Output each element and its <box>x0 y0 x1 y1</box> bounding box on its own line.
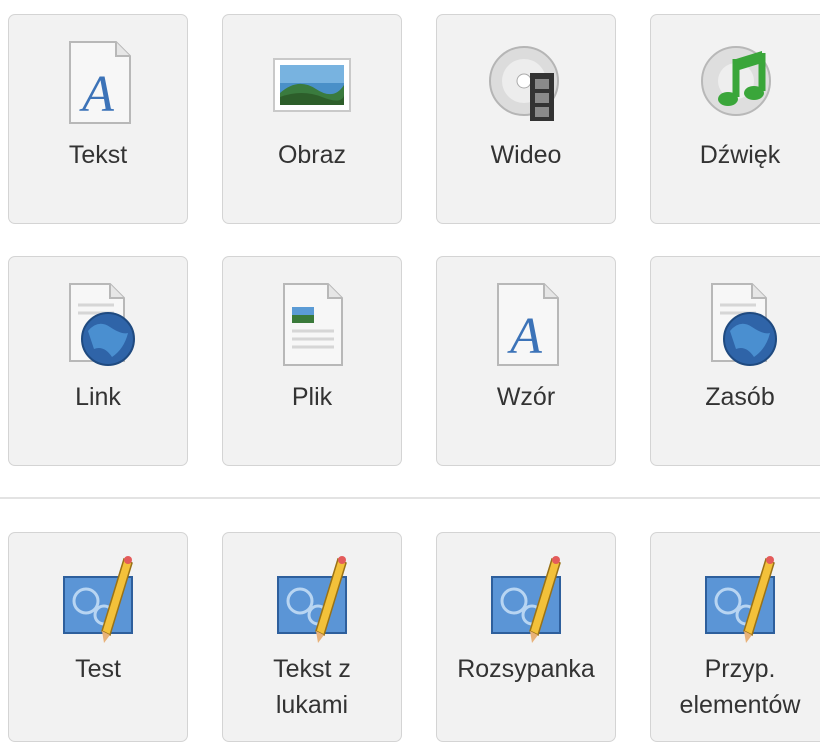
tile-file[interactable]: Plik <box>222 256 402 466</box>
tile-link-label: Link <box>75 383 121 411</box>
tile-video[interactable]: Wideo <box>436 14 616 224</box>
globe-document-icon <box>58 279 138 369</box>
tile-video-label: Wideo <box>490 141 562 169</box>
video-icon <box>486 37 566 127</box>
blueprint-pencil-icon <box>700 555 780 645</box>
tile-scramble[interactable]: Rozsypanka <box>436 532 616 742</box>
tile-file-label: Plik <box>291 383 333 411</box>
tile-text-label: Tekst <box>68 141 128 169</box>
tile-gap-text[interactable]: Tekst z lukami <box>222 532 402 742</box>
tile-image[interactable]: Obraz <box>222 14 402 224</box>
formula-icon: A <box>486 279 566 369</box>
music-icon <box>700 37 780 127</box>
blueprint-pencil-icon <box>486 555 566 645</box>
tile-gap-text-label: Tekst z lukami <box>273 655 351 719</box>
globe-document-icon <box>700 279 780 369</box>
tile-matching[interactable]: Przyp. elementów <box>650 532 820 742</box>
tile-resource[interactable]: Zasób <box>650 256 820 466</box>
tile-resource-label: Zasób <box>705 383 775 411</box>
tile-test-label: Test <box>75 655 121 683</box>
tile-test[interactable]: Test <box>8 532 188 742</box>
image-icon <box>272 37 352 127</box>
blueprint-pencil-icon <box>58 555 138 645</box>
tile-scramble-label: Rozsypanka <box>457 655 595 683</box>
svg-text:A: A <box>79 66 114 123</box>
tile-text[interactable]: A Tekst <box>8 14 188 224</box>
svg-text:A: A <box>507 308 542 365</box>
file-icon <box>272 279 352 369</box>
tile-formula[interactable]: A Wzór <box>436 256 616 466</box>
tile-link[interactable]: Link <box>8 256 188 466</box>
tile-audio[interactable]: Dźwięk <box>650 14 820 224</box>
text-document-icon: A <box>58 37 138 127</box>
blueprint-pencil-icon <box>272 555 352 645</box>
section-divider <box>0 497 820 499</box>
tile-formula-label: Wzór <box>496 383 556 411</box>
tile-image-label: Obraz <box>277 141 347 169</box>
tile-audio-label: Dźwięk <box>699 141 781 169</box>
tile-matching-label: Przyp. elementów <box>679 655 801 719</box>
